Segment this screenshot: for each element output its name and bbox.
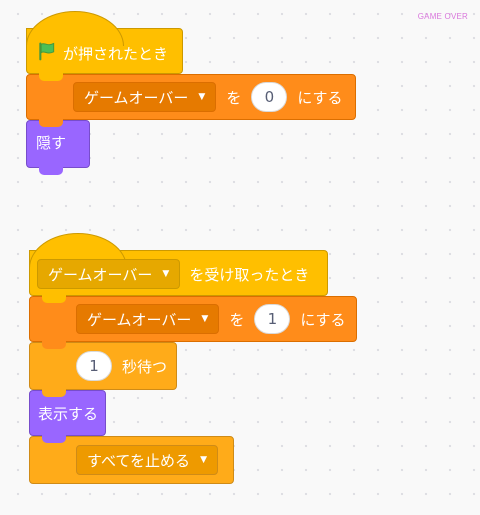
variable-dropdown[interactable]: ゲームオーバー ▼ bbox=[76, 304, 220, 334]
message-dropdown[interactable]: ゲームオーバー ▼ bbox=[37, 259, 181, 289]
chevron-down-icon: ▼ bbox=[198, 92, 206, 102]
stop-option-label: すべてを止める bbox=[87, 451, 191, 470]
wait-seconds-input[interactable]: 1 bbox=[76, 351, 112, 381]
set-value-input[interactable]: 1 bbox=[254, 304, 291, 334]
block-notch bbox=[42, 295, 66, 303]
show-block[interactable]: 表示する bbox=[29, 390, 106, 443]
set-to-label: を bbox=[229, 310, 245, 329]
when-flag-clicked-label: が押されたとき bbox=[63, 44, 169, 63]
when-i-receive-block[interactable]: ゲームオーバー ▼ を受け取ったとき bbox=[29, 233, 328, 303]
block-notch bbox=[39, 167, 63, 175]
stage-game-over-label: GAME OVER bbox=[417, 12, 468, 21]
chevron-down-icon: ▼ bbox=[201, 314, 209, 324]
set-suffix-label: にする bbox=[297, 88, 343, 107]
block-notch bbox=[42, 435, 66, 443]
set-variable-block[interactable]: ゲームオーバー ▼ を 1 にする bbox=[29, 296, 357, 349]
block-notch bbox=[42, 341, 66, 349]
wait-seconds-block[interactable]: 1 秒待つ bbox=[29, 342, 177, 397]
when-i-receive-suffix: を受け取ったとき bbox=[189, 265, 310, 284]
block-notch bbox=[39, 73, 63, 81]
variable-dropdown-label: ゲームオーバー bbox=[84, 88, 189, 107]
stop-all-block[interactable]: すべてを止める ▼ bbox=[29, 436, 234, 484]
hide-block[interactable]: 隠す bbox=[26, 120, 90, 175]
variable-dropdown[interactable]: ゲームオーバー ▼ bbox=[73, 82, 217, 112]
message-dropdown-label: ゲームオーバー bbox=[48, 265, 153, 284]
chevron-down-icon: ▼ bbox=[200, 455, 207, 465]
green-flag-icon bbox=[37, 41, 63, 65]
variable-dropdown-label: ゲームオーバー bbox=[87, 310, 192, 329]
block-notch bbox=[39, 119, 63, 127]
chevron-down-icon: ▼ bbox=[162, 269, 170, 279]
wait-seconds-label: 秒待つ bbox=[122, 357, 168, 376]
set-variable-block[interactable]: ゲームオーバー ▼ を 0 にする bbox=[26, 74, 356, 127]
show-label: 表示する bbox=[38, 404, 99, 423]
set-suffix-label: にする bbox=[300, 310, 346, 329]
block-notch bbox=[42, 389, 66, 397]
hide-label: 隠す bbox=[36, 133, 67, 152]
set-to-label: を bbox=[226, 88, 242, 107]
stop-option-dropdown[interactable]: すべてを止める ▼ bbox=[76, 445, 218, 475]
set-value-input[interactable]: 0 bbox=[251, 82, 288, 112]
when-flag-clicked-block[interactable]: が押されたとき bbox=[26, 11, 183, 81]
